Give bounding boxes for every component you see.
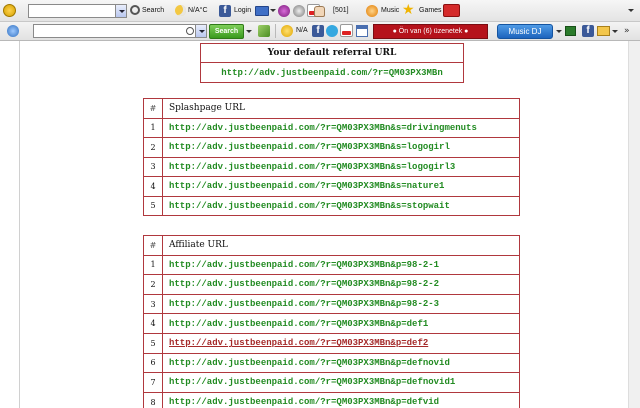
youtube-icon[interactable] [340,24,353,37]
login-link[interactable]: Login [234,7,251,14]
table-row: 2 http://adv.justbeenpaid.com/?r=QM03PX3… [143,274,520,295]
radio-icon[interactable] [278,5,290,17]
facebook-icon[interactable]: f [582,25,594,37]
weather-temperature[interactable]: N/A°C [188,7,208,14]
browser-toolbar-2: Search N/A f ● Ön van (6) üzenetek ● Mus… [0,22,640,41]
page-content: Your default referral URL http://adv.jus… [0,41,640,408]
column-header-splashpage: Splashpage URL [162,98,520,119]
toolbar-search-input-2[interactable] [33,24,207,38]
affiliate-link[interactable]: http://adv.justbeenpaid.com/?r=QM03PX3MB… [162,254,520,276]
toolbar-search-input[interactable] [28,4,127,18]
table-row: 2 http://adv.justbeenpaid.com/?r=QM03PX3… [143,137,520,158]
row-number: 2 [143,137,163,158]
search-engine-icon[interactable] [3,4,16,17]
chevron-down-icon[interactable] [556,30,562,33]
search-button[interactable]: Search [209,24,244,39]
table-row: 1 http://adv.justbeenpaid.com/?r=QM03PX3… [143,254,520,276]
facebook-icon[interactable]: f [312,25,324,37]
table-header-row: # Splashpage URL [143,98,520,119]
chevron-down-icon[interactable] [246,30,252,33]
affiliate-link[interactable]: http://adv.justbeenpaid.com/?r=QM03PX3MB… [162,293,520,315]
search-icon [186,27,194,35]
table-row: 4 http://adv.justbeenpaid.com/?r=QM03PX3… [143,313,520,334]
splashpage-link[interactable]: http://adv.justbeenpaid.com/?r=QM03PX3MB… [162,176,520,197]
affiliate-link-hovered[interactable]: http://adv.justbeenpaid.com/?r=QM03PX3MB… [162,332,520,354]
splashpage-link[interactable]: http://adv.justbeenpaid.com/?r=QM03PX3MB… [162,156,520,177]
row-number: 4 [143,313,163,334]
splashpage-link[interactable]: http://adv.justbeenpaid.com/?r=QM03PX3MB… [162,117,520,138]
row-number: 2 [143,274,163,295]
row-number: 5 [143,332,163,354]
weather-icon[interactable] [281,25,293,37]
toolbar-divider [275,24,276,38]
vertical-scrollbar[interactable] [628,41,640,408]
referral-table: Your default referral URL http://adv.jus… [200,43,464,83]
affiliate-link[interactable]: http://adv.justbeenpaid.com/?r=QM03PX3MB… [162,372,520,393]
chevron-down-icon[interactable] [612,30,618,33]
chevron-down-icon[interactable] [115,5,126,17]
table-row: 6 http://adv.justbeenpaid.com/?r=QM03PX3… [143,352,520,374]
table-row: 1 http://adv.justbeenpaid.com/?r=QM03PX3… [143,117,520,138]
music-icon[interactable] [366,5,378,17]
tools-icon[interactable] [258,25,270,37]
music-link[interactable]: Music [381,7,399,14]
chevron-down-icon[interactable] [628,9,634,12]
splashpage-link[interactable]: http://adv.justbeenpaid.com/?r=QM03PX3MB… [162,137,520,158]
affiliate-table: # Affiliate URL 1 http://adv.justbeenpai… [143,235,520,408]
table-row: 5 http://adv.justbeenpaid.com/?r=QM03PX3… [143,195,520,216]
affiliate-link[interactable]: http://adv.justbeenpaid.com/?r=QM03PX3MB… [162,274,520,295]
weather-moon-icon[interactable] [175,5,186,16]
referral-heading: Your default referral URL [200,43,464,63]
twitter-icon[interactable] [326,25,338,37]
chevron-down-icon[interactable] [195,25,206,37]
column-header-number: # [143,98,163,119]
row-number: 8 [143,391,163,408]
table-row: 3 http://adv.justbeenpaid.com/?r=QM03PX3… [143,156,520,177]
chevron-down-icon[interactable] [270,9,276,12]
star-icon[interactable]: ★ [402,3,415,17]
row-number: 7 [143,372,163,393]
toolbar-search-label[interactable]: Search [142,7,164,14]
weather-label[interactable]: N/A [296,27,308,34]
row-number: 5 [143,195,163,216]
toolbar-logo-icon[interactable] [7,25,19,37]
media-player-icon[interactable] [293,5,305,17]
table-header-row: # Affiliate URL [143,235,520,256]
music-dj-button[interactable]: Music DJ [497,24,553,39]
browser-toolbar-1: Search N/A°C f Login [501] Music ★ Games [0,0,640,22]
table-row: 7 http://adv.justbeenpaid.com/?r=QM03PX3… [143,372,520,393]
row-number: 6 [143,352,163,374]
row-number: 3 [143,293,163,315]
table-row: 8 http://adv.justbeenpaid.com/?r=QM03PX3… [143,391,520,408]
page-left-border [19,41,20,408]
calendar-icon[interactable] [356,25,368,37]
search-icon[interactable] [130,5,140,15]
column-header-affiliate: Affiliate URL [162,235,520,256]
more-icon[interactable]: » [624,26,630,36]
splashpage-table: # Splashpage URL 1 http://adv.justbeenpa… [143,98,520,216]
mail-icon[interactable] [255,6,269,16]
row-number: 4 [143,176,163,197]
column-header-number: # [143,235,163,256]
affiliate-link[interactable]: http://adv.justbeenpaid.com/?r=QM03PX3MB… [162,391,520,408]
row-number: 3 [143,156,163,177]
notifications-button[interactable]: ● Ön van (6) üzenetek ● [373,24,488,39]
mail-icon[interactable] [597,26,610,36]
table-row: 3 http://adv.justbeenpaid.com/?r=QM03PX3… [143,293,520,315]
affiliate-link[interactable]: http://adv.justbeenpaid.com/?r=QM03PX3MB… [162,313,520,334]
splashpage-link[interactable]: http://adv.justbeenpaid.com/?r=QM03PX3MB… [162,195,520,216]
games-logo-icon[interactable] [443,4,460,17]
referral-url[interactable]: http://adv.justbeenpaid.com/?r=QM03PX3MB… [200,62,464,83]
row-number: 1 [143,117,163,138]
games-link[interactable]: Games [419,7,442,14]
table-row: 5 http://adv.justbeenpaid.com/?r=QM03PX3… [143,332,520,354]
affiliate-link[interactable]: http://adv.justbeenpaid.com/?r=QM03PX3MB… [162,352,520,374]
counter-badge[interactable]: [501] [333,7,349,14]
facebook-icon[interactable]: f [219,5,231,17]
row-number: 1 [143,254,163,276]
hand-icon[interactable] [314,6,325,17]
table-row: 4 http://adv.justbeenpaid.com/?r=QM03PX3… [143,176,520,197]
monitor-icon[interactable] [565,26,576,36]
